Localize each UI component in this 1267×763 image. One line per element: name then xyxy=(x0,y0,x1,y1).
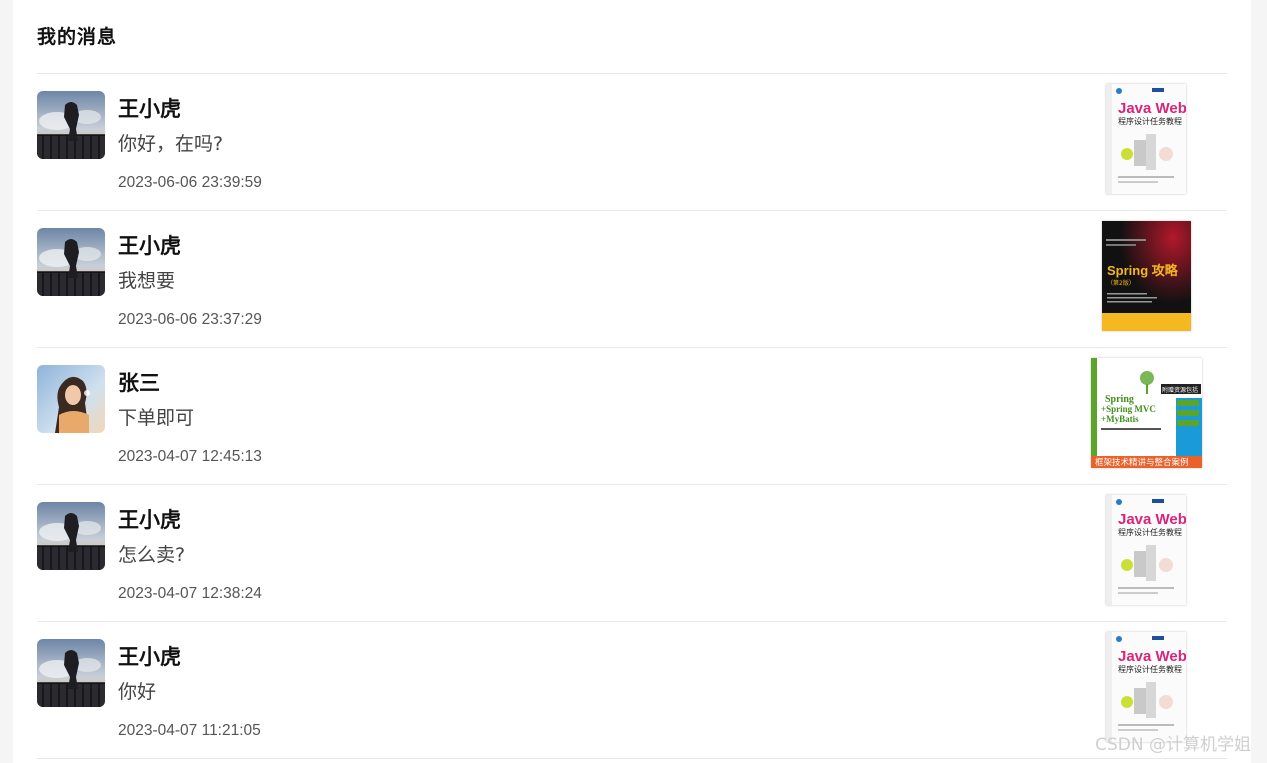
book-subtitle: 程序设计任务教程 xyxy=(1118,527,1182,537)
anime-boy-avatar[interactable] xyxy=(37,639,105,707)
message-text: 你好 xyxy=(118,681,157,703)
book-title: Java Web xyxy=(1118,511,1186,528)
java-web-book[interactable]: Java Web 程序设计任务教程 xyxy=(1106,495,1186,605)
girl-photo-avatar[interactable] xyxy=(37,365,105,433)
watermark-text: CSDN @计算机学姐 xyxy=(1095,735,1251,755)
message-time: 2023-04-07 12:45:13 xyxy=(118,448,262,465)
message-text: 下单即可 xyxy=(118,407,195,429)
message-time: 2023-06-06 23:39:59 xyxy=(118,174,262,191)
book-subtitle: 程序设计任务教程 xyxy=(1118,116,1182,126)
book-title: Java Web xyxy=(1118,648,1186,665)
book-title: Java Web xyxy=(1118,100,1186,117)
message-text: 我想要 xyxy=(118,270,176,292)
message-time: 2023-06-06 23:37:29 xyxy=(118,311,262,328)
message-item[interactable]: 王小虎 怎么卖? 2023-04-07 12:38:24 Java Web 程序… xyxy=(37,484,1227,621)
java-web-book[interactable]: Java Web 程序设计任务教程 xyxy=(1106,632,1186,742)
message-text: 怎么卖? xyxy=(118,544,186,566)
java-web-book[interactable]: Java Web 程序设计任务教程 xyxy=(1106,84,1186,194)
anime-boy-avatar[interactable] xyxy=(37,91,105,159)
anime-boy-avatar[interactable] xyxy=(37,228,105,296)
sender-name: 王小虎 xyxy=(118,508,181,532)
book-banner: 框架技术精讲与整合案例 xyxy=(1095,457,1189,468)
message-text: 你好，在吗? xyxy=(118,133,224,155)
message-time: 2023-04-07 11:21:05 xyxy=(118,722,261,739)
book-subtitle-2: +MyBatis xyxy=(1101,414,1139,424)
book-subtitle: （第2版） xyxy=(1107,279,1135,287)
message-item[interactable]: 张三 下单即可 2023-04-07 12:45:13 Spring +Spri… xyxy=(37,347,1227,484)
sender-name: 王小虎 xyxy=(118,97,181,121)
book-title: Spring 攻略 xyxy=(1107,263,1179,278)
message-item[interactable]: 王小虎 你好，在吗? 2023-06-06 23:39:59 Java Web … xyxy=(37,73,1227,210)
sender-name: 张三 xyxy=(118,371,160,395)
page-title: 我的消息 xyxy=(37,26,118,48)
messages-panel: 我的消息 王小虎 你好，在吗? 2023-06-06 23:39:59 Java… xyxy=(13,0,1251,763)
message-time: 2023-04-07 12:38:24 xyxy=(118,585,262,602)
book-subtitle: +Spring MVC xyxy=(1101,404,1156,414)
sender-name: 王小虎 xyxy=(118,645,181,669)
ssm-book[interactable]: Spring +Spring MVC +MyBatis 附赠资源包括 框架技术精… xyxy=(1091,358,1202,468)
message-item[interactable]: 王小虎 你好 2023-04-07 11:21:05 Java Web 程序设计… xyxy=(37,621,1227,759)
spring-book[interactable]: Spring 攻略 （第2版） xyxy=(1102,221,1191,331)
sender-name: 王小虎 xyxy=(118,234,181,258)
book-tag: 附赠资源包括 xyxy=(1162,386,1198,394)
book-subtitle: 程序设计任务教程 xyxy=(1118,664,1182,674)
anime-boy-avatar[interactable] xyxy=(37,502,105,570)
message-item[interactable]: 王小虎 我想要 2023-06-06 23:37:29 Spring 攻略 （第… xyxy=(37,210,1227,347)
message-list: 王小虎 你好，在吗? 2023-06-06 23:39:59 Java Web … xyxy=(37,73,1227,759)
